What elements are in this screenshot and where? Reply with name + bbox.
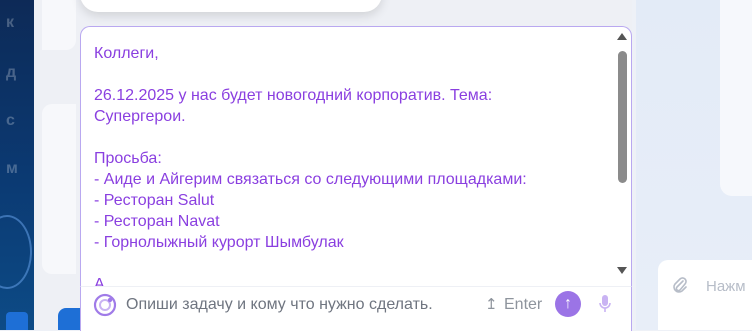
- message-text[interactable]: Коллеги, 26.12.2025 у нас будет новогодн…: [94, 43, 604, 289]
- send-button[interactable]: ↑: [555, 291, 581, 317]
- message-editor[interactable]: Коллеги, 26.12.2025 у нас будет новогодн…: [80, 26, 632, 289]
- enter-key-icon: ↥: [485, 296, 498, 313]
- left-card: [42, 104, 76, 274]
- sidebar-decoration: [0, 215, 32, 289]
- enter-hint-label: Enter: [504, 296, 543, 313]
- right-input-field[interactable]: Нажм: [658, 260, 752, 330]
- paperclip-icon[interactable]: [672, 276, 688, 299]
- microphone-icon[interactable]: [598, 293, 612, 315]
- task-input-placeholder[interactable]: Опиши задачу и кому что нужно сделать.: [126, 296, 433, 314]
- scroll-up-icon[interactable]: [617, 33, 627, 40]
- app-sidebar: к д с м: [0, 0, 34, 330]
- ai-assistant-icon[interactable]: [93, 293, 117, 317]
- composer-bar: Опиши задачу и кому что нужно сделать. ↥…: [80, 286, 632, 331]
- sidebar-ghost-icon: м: [6, 160, 18, 177]
- sidebar-action-button[interactable]: [6, 312, 28, 330]
- scroll-down-icon[interactable]: [617, 267, 627, 274]
- scroll-thumb[interactable]: [618, 51, 627, 183]
- sidebar-ghost-icon: к: [6, 14, 15, 31]
- sidebar-ghost-icon: д: [6, 64, 17, 81]
- left-blue-button[interactable]: [58, 308, 80, 330]
- sidebar-ghost-icon: с: [6, 112, 15, 129]
- right-input-placeholder: Нажм: [706, 278, 746, 295]
- editor-scrollbar[interactable]: [613, 27, 631, 289]
- top-card: [80, 0, 382, 12]
- left-card: [42, 0, 76, 50]
- right-panel-card: [720, 0, 752, 196]
